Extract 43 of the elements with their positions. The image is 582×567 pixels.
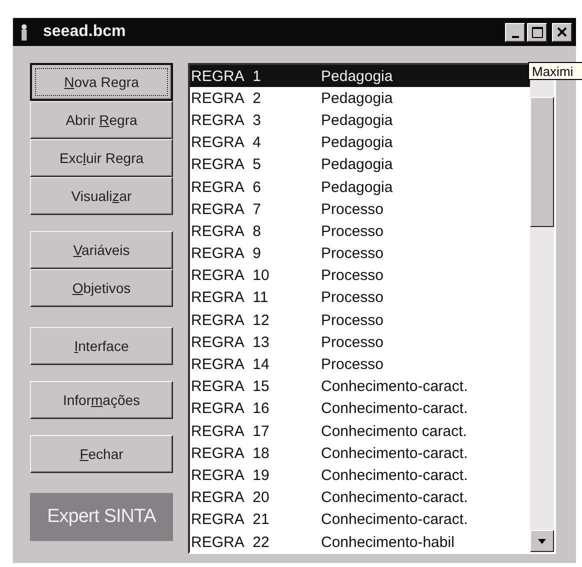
- list-item[interactable]: REGRA 19 Conhecimento-caract.: [190, 464, 530, 487]
- list-item[interactable]: REGRA 21 Conhecimento-caract.: [190, 508, 530, 531]
- list-item[interactable]: REGRA 16 Conhecimento-caract.: [190, 398, 530, 420]
- command-button[interactable]: Nova Regra: [30, 63, 173, 101]
- command-button[interactable]: Fechar: [30, 435, 173, 473]
- list-item[interactable]: REGRA 1 Pedagogia: [190, 65, 530, 88]
- scroll-down-button[interactable]: [530, 530, 554, 552]
- list-item[interactable]: REGRA 8 Processo: [190, 220, 530, 242]
- list-item[interactable]: REGRA 22 Conhecimento-habil: [190, 530, 530, 554]
- command-button[interactable]: Excluir Regra: [30, 139, 173, 177]
- minimize-button[interactable]: [505, 22, 525, 42]
- list-item[interactable]: REGRA 11 Processo: [190, 286, 530, 310]
- command-button[interactable]: Interface: [30, 327, 173, 365]
- tooltip: Maximi: [528, 62, 582, 80]
- list-item[interactable]: REGRA 15 Conhecimento-caract.: [190, 376, 530, 398]
- list-item[interactable]: REGRA 7 Processo: [190, 198, 530, 220]
- command-button[interactable]: Visualizar: [30, 177, 173, 215]
- command-button[interactable]: Abrir Regra: [30, 101, 173, 139]
- command-button[interactable]: Variáveis: [30, 231, 173, 269]
- list-item[interactable]: REGRA 13 Processo: [190, 331, 530, 354]
- list-item[interactable]: REGRA 9 Processo: [190, 242, 530, 265]
- command-button[interactable]: Objetivos: [30, 269, 173, 307]
- logo: Expert SINTA: [30, 493, 173, 541]
- list-item[interactable]: REGRA 17 Conhecimento caract.: [190, 420, 530, 442]
- list-item[interactable]: REGRA 12 Processo: [190, 309, 530, 332]
- window-title: seead.bcm: [43, 23, 126, 41]
- list-item[interactable]: REGRA 6 Pedagogia: [190, 176, 530, 198]
- down-arrow-icon: [538, 538, 546, 544]
- list-item[interactable]: REGRA 3 Pedagogia: [190, 109, 530, 132]
- close-icon: [557, 27, 567, 37]
- list-item[interactable]: REGRA 5 Pedagogia: [190, 154, 530, 176]
- list-item[interactable]: REGRA 14 Processo: [190, 353, 530, 376]
- maximize-icon: [532, 26, 542, 38]
- close-button[interactable]: [552, 22, 572, 42]
- maximize-button[interactable]: [527, 22, 547, 42]
- minimize-icon: [512, 36, 518, 38]
- command-button[interactable]: Informações: [30, 381, 173, 419]
- scroll-thumb[interactable]: [530, 97, 554, 227]
- list-item[interactable]: REGRA 4 Pedagogia: [190, 132, 530, 154]
- list-item[interactable]: REGRA 18 Conhecimento-caract.: [190, 442, 530, 464]
- list-item[interactable]: REGRA 20 Conhecimento-caract.: [190, 486, 530, 509]
- list-item[interactable]: REGRA 10 Processo: [190, 264, 530, 287]
- list-item[interactable]: REGRA 2 Pedagogia: [190, 87, 530, 110]
